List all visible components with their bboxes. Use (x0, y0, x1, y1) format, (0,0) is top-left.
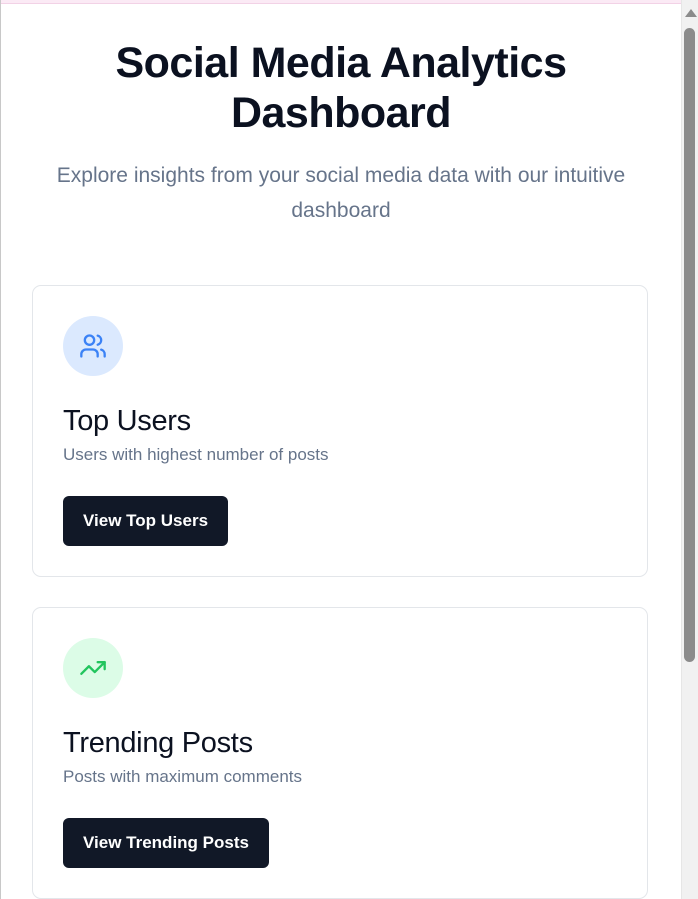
vertical-scrollbar[interactable] (681, 0, 698, 899)
trending-posts-card: Trending Posts Posts with maximum commen… (32, 607, 648, 899)
trending-up-icon (80, 661, 106, 675)
page-title: Social Media Analytics Dashboard (115, 39, 567, 137)
scrollbar-thumb[interactable] (684, 28, 695, 662)
dashboard-page: Social Media Analytics Dashboard Explore… (1, 0, 681, 899)
top-users-card: Top Users Users with highest number of p… (32, 285, 648, 577)
view-trending-posts-button[interactable]: View Trending Posts (63, 818, 269, 868)
users-icon (80, 334, 106, 358)
page-subtitle: Explore insights from your social media … (56, 164, 626, 222)
trending-posts-title: Trending Posts (63, 727, 253, 759)
top-users-icon-badge (63, 316, 123, 376)
scroll-up-arrow-icon[interactable] (685, 9, 697, 17)
top-users-description: Users with highest number of posts (63, 445, 329, 464)
hero-section: Social Media Analytics Dashboard Explore… (1, 0, 681, 228)
view-top-users-button[interactable]: View Top Users (63, 496, 229, 546)
trending-posts-icon-badge (63, 638, 123, 698)
browser-viewport: Social Media Analytics Dashboard Explore… (0, 0, 698, 899)
top-users-title: Top Users (63, 405, 191, 437)
top-accent-strip (1, 0, 681, 4)
trending-posts-description: Posts with maximum comments (63, 767, 302, 786)
